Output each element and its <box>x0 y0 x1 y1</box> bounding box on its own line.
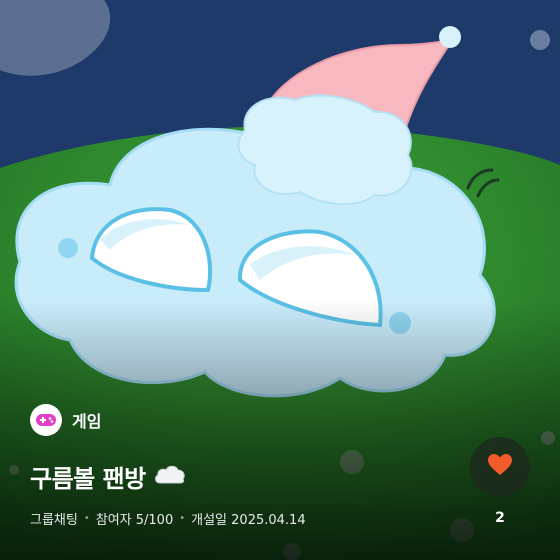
room-title-text: 구름볼 팬방 <box>30 465 146 493</box>
opened-date: 개설일 2025.04.14 <box>191 513 306 528</box>
room-type: 그룹채팅 <box>30 513 78 528</box>
cheek <box>58 238 78 258</box>
snowflake <box>541 431 555 445</box>
heart-icon <box>487 453 513 481</box>
separator-dot: • <box>83 513 90 524</box>
room-title: 구름볼 팬방 <box>30 459 186 494</box>
like-count: 2 <box>495 510 505 526</box>
cheek <box>389 312 411 334</box>
like-button[interactable] <box>470 437 530 497</box>
category-tag: 게임 <box>30 404 101 436</box>
separator-dot: • <box>179 513 186 524</box>
participant-count: 참여자 5/100 <box>95 513 174 528</box>
room-meta: 그룹채팅 • 참여자 5/100 • 개설일 2025.04.14 <box>30 509 306 528</box>
snowflake <box>340 450 364 474</box>
santa-hat-brim <box>237 94 413 206</box>
game-controller-icon <box>30 404 62 436</box>
category-label: 게임 <box>72 412 102 431</box>
santa-hat-pompom <box>439 26 461 48</box>
snowflake <box>9 465 19 475</box>
cloud-icon <box>154 463 186 491</box>
snowflake <box>530 30 550 50</box>
